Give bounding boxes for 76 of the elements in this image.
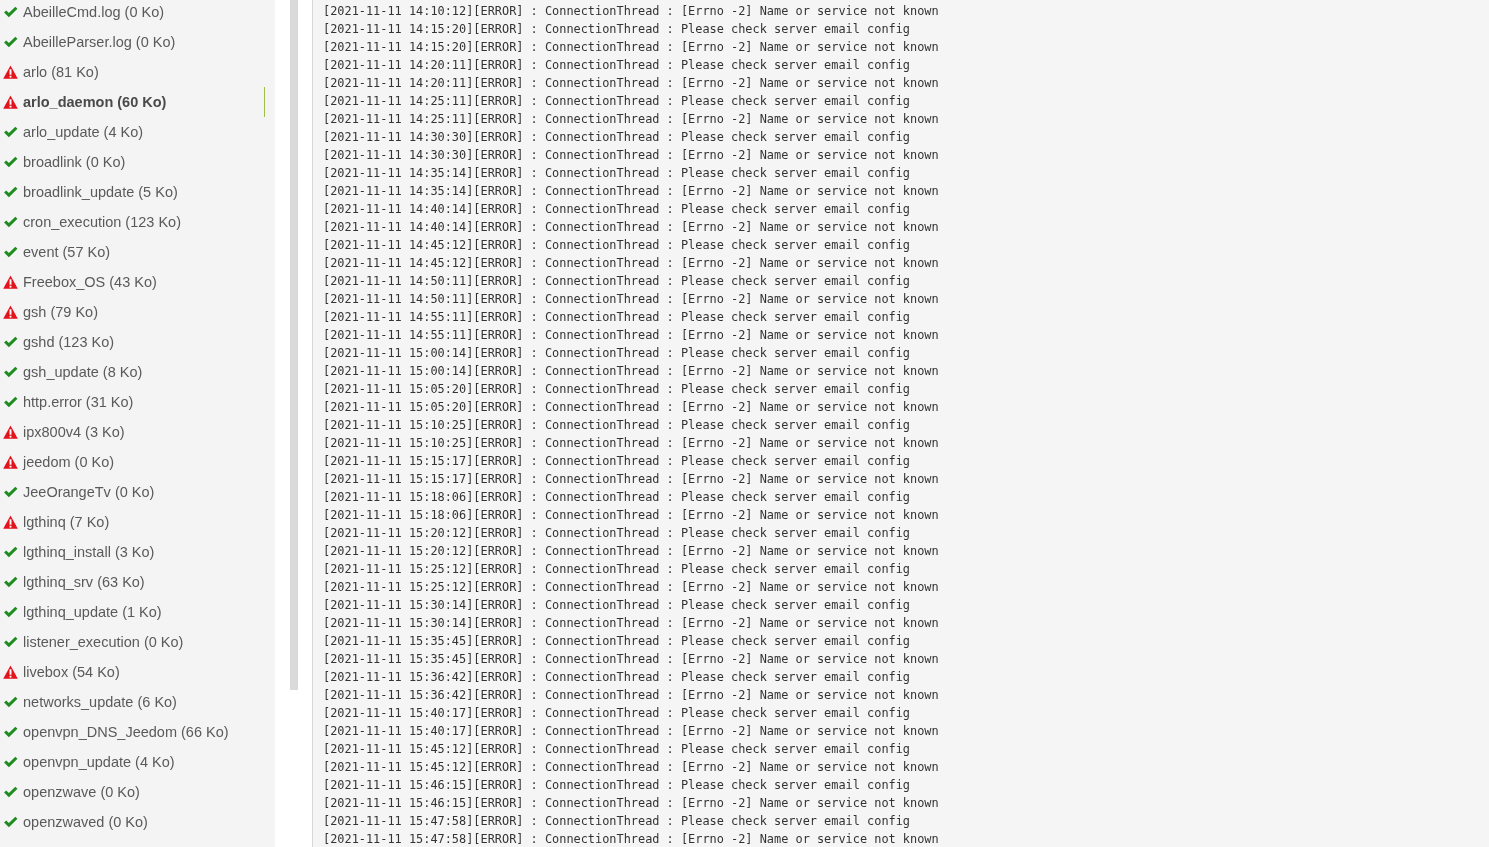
log-line: [2021-11-11 14:55:11][ERROR] : ConnectionThread : Please check server email config xyxy=(323,309,911,326)
log-line: [2021-11-11 14:50:11][ERROR] : ConnectionThread : Please check server email config xyxy=(323,273,911,290)
log-file-item[interactable]: gshd (123 Ko) xyxy=(3,327,265,357)
log-file-item[interactable]: openvpn_update (4 Ko) xyxy=(3,747,265,777)
log-file-item[interactable]: jeedom (0 Ko) xyxy=(3,447,265,477)
log-line: [2021-11-11 15:47:58][ERROR] : ConnectionThread : [Errno -2] Name or service not known xyxy=(323,831,939,847)
log-line: [2021-11-11 15:05:20][ERROR] : ConnectionThread : Please check server email config xyxy=(323,381,911,398)
log-line: [2021-11-11 15:05:20][ERROR] : ConnectionThread : [Errno -2] Name or service not known xyxy=(323,399,939,416)
log-file-item[interactable]: arlo (81 Ko) xyxy=(3,57,265,87)
log-line: [2021-11-11 14:40:14][ERROR] : ConnectionThread : [Errno -2] Name or service not known xyxy=(323,219,939,236)
log-line: [2021-11-11 15:10:25][ERROR] : ConnectionThread : [Errno -2] Name or service not known xyxy=(323,435,939,452)
log-line: [2021-11-11 14:30:30][ERROR] : ConnectionThread : Please check server email config xyxy=(323,129,911,146)
log-line: [2021-11-11 15:46:15][ERROR] : ConnectionThread : Please check server email config xyxy=(323,777,911,794)
log-file-item[interactable]: lgthinq_install (3 Ko) xyxy=(3,537,265,567)
log-line: [2021-11-11 15:20:12][ERROR] : ConnectionThread : Please check server email config xyxy=(323,525,911,542)
log-file-item[interactable]: gsh (79 Ko) xyxy=(3,297,265,327)
log-line: [2021-11-11 15:36:42][ERROR] : ConnectionThread : Please check server email config xyxy=(323,669,911,686)
log-file-item[interactable]: lgthinq (7 Ko) xyxy=(3,507,265,537)
log-file-item[interactable]: event (57 Ko) xyxy=(3,237,265,267)
log-line: [2021-11-11 15:45:12][ERROR] : ConnectionThread : [Errno -2] Name or service not known xyxy=(323,759,939,776)
log-file-item[interactable]: listener_execution (0 Ko) xyxy=(3,627,265,657)
log-file-item[interactable]: lgthinq_update (1 Ko) xyxy=(3,597,265,627)
log-line: [2021-11-11 14:45:12][ERROR] : ConnectionThread : [Errno -2] Name or service not known xyxy=(323,255,939,272)
log-file-item[interactable]: cron_execution (123 Ko) xyxy=(3,207,265,237)
log-line: [2021-11-11 15:25:12][ERROR] : ConnectionThread : Please check server email config xyxy=(323,561,911,578)
log-line: [2021-11-11 14:25:11][ERROR] : ConnectionThread : [Errno -2] Name or service not known xyxy=(323,111,939,128)
log-file-item[interactable]: gsh_update (8 Ko) xyxy=(3,357,265,387)
log-line: [2021-11-11 15:00:14][ERROR] : ConnectionThread : [Errno -2] Name or service not known xyxy=(323,363,939,380)
log-line: [2021-11-11 14:40:14][ERROR] : ConnectionThread : Please check server email config xyxy=(323,201,911,218)
log-line: [2021-11-11 15:35:45][ERROR] : ConnectionThread : Please check server email config xyxy=(323,633,911,650)
log-file-item[interactable]: openzwaved (0 Ko) xyxy=(3,807,265,837)
log-line: [2021-11-11 15:20:12][ERROR] : ConnectionThread : [Errno -2] Name or service not known xyxy=(323,543,939,560)
log-file-item[interactable]: arlo_daemon (60 Ko) xyxy=(3,87,265,117)
log-file-item[interactable]: networks_update (6 Ko) xyxy=(3,687,265,717)
log-line: [2021-11-11 14:20:11][ERROR] : ConnectionThread : [Errno -2] Name or service not known xyxy=(323,75,939,92)
log-line: [2021-11-11 15:18:06][ERROR] : ConnectionThread : [Errno -2] Name or service not known xyxy=(323,507,939,524)
log-line: [2021-11-11 14:35:14][ERROR] : ConnectionThread : Please check server email config xyxy=(323,165,911,182)
log-file-item[interactable]: openvpn_DNS_Jeedom (66 Ko) xyxy=(3,717,265,747)
log-file-item[interactable]: http.error (31 Ko) xyxy=(3,387,265,417)
log-file-item[interactable]: arlo_update (4 Ko) xyxy=(3,117,265,147)
log-file-item[interactable]: livebox (54 Ko) xyxy=(3,657,265,687)
log-line: [2021-11-11 14:30:30][ERROR] : ConnectionThread : [Errno -2] Name or service not known xyxy=(323,147,939,164)
log-line: [2021-11-11 14:50:11][ERROR] : ConnectionThread : [Errno -2] Name or service not known xyxy=(323,291,939,308)
log-line: [2021-11-11 15:15:17][ERROR] : ConnectionThread : [Errno -2] Name or service not known xyxy=(323,471,939,488)
log-line: [2021-11-11 14:15:20][ERROR] : ConnectionThread : Please check server email config xyxy=(323,21,911,38)
log-file-item[interactable]: lgthinq_srv (63 Ko) xyxy=(3,567,265,597)
log-file-item[interactable]: ipx800v4 (3 Ko) xyxy=(3,417,265,447)
log-line: [2021-11-11 15:15:17][ERROR] : ConnectionThread : Please check server email config xyxy=(323,453,911,470)
log-file-item[interactable]: AbeilleCmd.log (0 Ko) xyxy=(3,0,265,27)
log-line: [2021-11-11 14:35:14][ERROR] : ConnectionThread : [Errno -2] Name or service not known xyxy=(323,183,939,200)
log-line: [2021-11-11 14:25:11][ERROR] : ConnectionThread : Please check server email config xyxy=(323,93,911,110)
log-line: [2021-11-11 15:30:14][ERROR] : ConnectionThread : [Errno -2] Name or service not known xyxy=(323,615,939,632)
log-file-item[interactable]: broadlink_update (5 Ko) xyxy=(3,177,265,207)
log-line: [2021-11-11 14:20:11][ERROR] : ConnectionThread : Please check server email config xyxy=(323,57,911,74)
log-file-item[interactable]: openzwave (0 Ko) xyxy=(3,777,265,807)
log-line: [2021-11-11 14:10:12][ERROR] : ConnectionThread : [Errno -2] Name or service not known xyxy=(323,3,939,20)
log-file-item[interactable]: JeeOrangeTv (0 Ko) xyxy=(3,477,265,507)
log-file-item[interactable]: broadlink (0 Ko) xyxy=(3,147,265,177)
log-line: [2021-11-11 15:40:17][ERROR] : ConnectionThread : [Errno -2] Name or service not known xyxy=(323,723,939,740)
log-line: [2021-11-11 15:45:12][ERROR] : ConnectionThread : Please check server email config xyxy=(323,741,911,758)
log-line: [2021-11-11 15:46:15][ERROR] : ConnectionThread : [Errno -2] Name or service not known xyxy=(323,795,939,812)
log-file-item[interactable]: AbeilleParser.log (0 Ko) xyxy=(3,27,265,57)
log-line: [2021-11-11 15:30:14][ERROR] : ConnectionThread : Please check server email config xyxy=(323,597,911,614)
log-line: [2021-11-11 15:10:25][ERROR] : ConnectionThread : Please check server email config xyxy=(323,417,911,434)
log-file-item[interactable]: Freebox_OS (43 Ko) xyxy=(3,267,265,297)
log-line: [2021-11-11 15:36:42][ERROR] : ConnectionThread : [Errno -2] Name or service not known xyxy=(323,687,939,704)
log-line: [2021-11-11 15:00:14][ERROR] : ConnectionThread : Please check server email config xyxy=(323,345,911,362)
log-line: [2021-11-11 15:35:45][ERROR] : ConnectionThread : [Errno -2] Name or service not known xyxy=(323,651,939,668)
log-line: [2021-11-11 15:40:17][ERROR] : ConnectionThread : Please check server email config xyxy=(323,705,911,722)
log-line: [2021-11-11 15:18:06][ERROR] : ConnectionThread : Please check server email config xyxy=(323,489,911,506)
log-line: [2021-11-11 15:47:58][ERROR] : ConnectionThread : Please check server email config xyxy=(323,813,911,830)
log-line: [2021-11-11 14:55:11][ERROR] : ConnectionThread : [Errno -2] Name or service not known xyxy=(323,327,939,344)
log-line: [2021-11-11 14:45:12][ERROR] : ConnectionThread : Please check server email config xyxy=(323,237,911,254)
log-line: [2021-11-11 14:15:20][ERROR] : ConnectionThread : [Errno -2] Name or service not known xyxy=(323,39,939,56)
log-line: [2021-11-11 15:25:12][ERROR] : ConnectionThread : [Errno -2] Name or service not known xyxy=(323,579,939,596)
scrollbar[interactable] xyxy=(290,0,298,690)
